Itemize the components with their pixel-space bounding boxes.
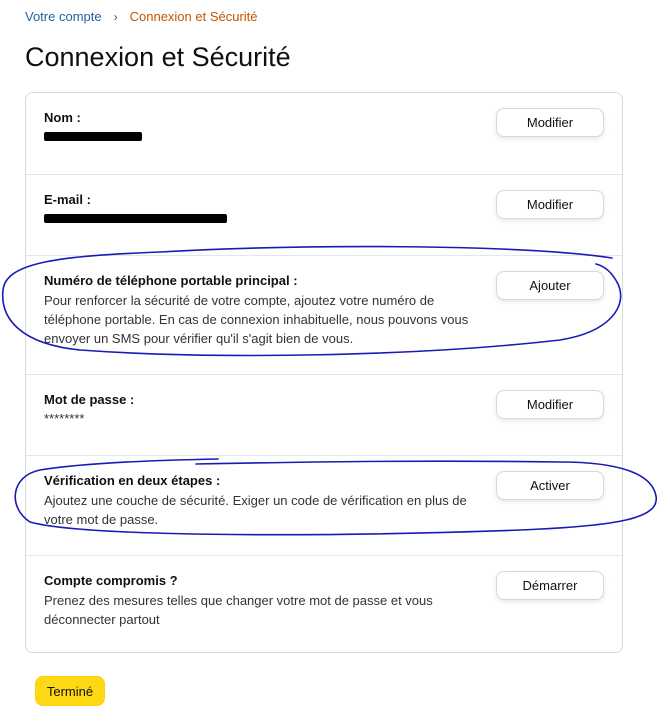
edit-email-button[interactable]: Modifier (496, 190, 604, 219)
page-title: Connexion et Sécurité (25, 42, 291, 72)
row-two-step: Vérification en deux étapes : Ajoutez un… (26, 455, 622, 555)
compromised-label: Compte compromis ? (44, 573, 178, 588)
settings-card: Nom : Modifier E-mail : Modifier Numéro … (25, 92, 623, 653)
name-redacted (44, 132, 142, 141)
breadcrumb-current: Connexion et Sécurité (129, 9, 258, 24)
phone-label: Numéro de téléphone portable principal : (44, 273, 298, 288)
password-value: ******** (44, 411, 85, 426)
two-step-description: Ajoutez une couche de sécurité. Exiger u… (44, 493, 467, 527)
edit-password-button[interactable]: Modifier (496, 390, 604, 419)
phone-description: Pour renforcer la sécurité de votre comp… (44, 293, 469, 346)
breadcrumb-link-account[interactable]: Votre compte (25, 9, 102, 24)
row-compromised: Compte compromis ? Prenez des mesures te… (26, 555, 622, 652)
add-phone-button[interactable]: Ajouter (496, 271, 604, 300)
email-label: E-mail : (44, 192, 91, 207)
row-phone: Numéro de téléphone portable principal :… (26, 255, 622, 374)
name-label: Nom : (44, 110, 81, 125)
row-email: E-mail : Modifier (26, 174, 622, 255)
password-label: Mot de passe : (44, 392, 135, 407)
compromised-description: Prenez des mesures telles que changer vo… (44, 593, 433, 627)
enable-two-step-button[interactable]: Activer (496, 471, 604, 500)
done-button[interactable]: Terminé (35, 676, 105, 706)
edit-name-button[interactable]: Modifier (496, 108, 604, 137)
row-name: Nom : Modifier (26, 93, 622, 174)
start-compromised-button[interactable]: Démarrer (496, 571, 604, 600)
two-step-label: Vérification en deux étapes : (44, 473, 221, 488)
email-redacted (44, 214, 227, 223)
breadcrumb: Votre compte › Connexion et Sécurité (25, 9, 258, 24)
row-password: Mot de passe : ******** Modifier (26, 374, 622, 455)
breadcrumb-separator-icon: › (113, 9, 118, 24)
